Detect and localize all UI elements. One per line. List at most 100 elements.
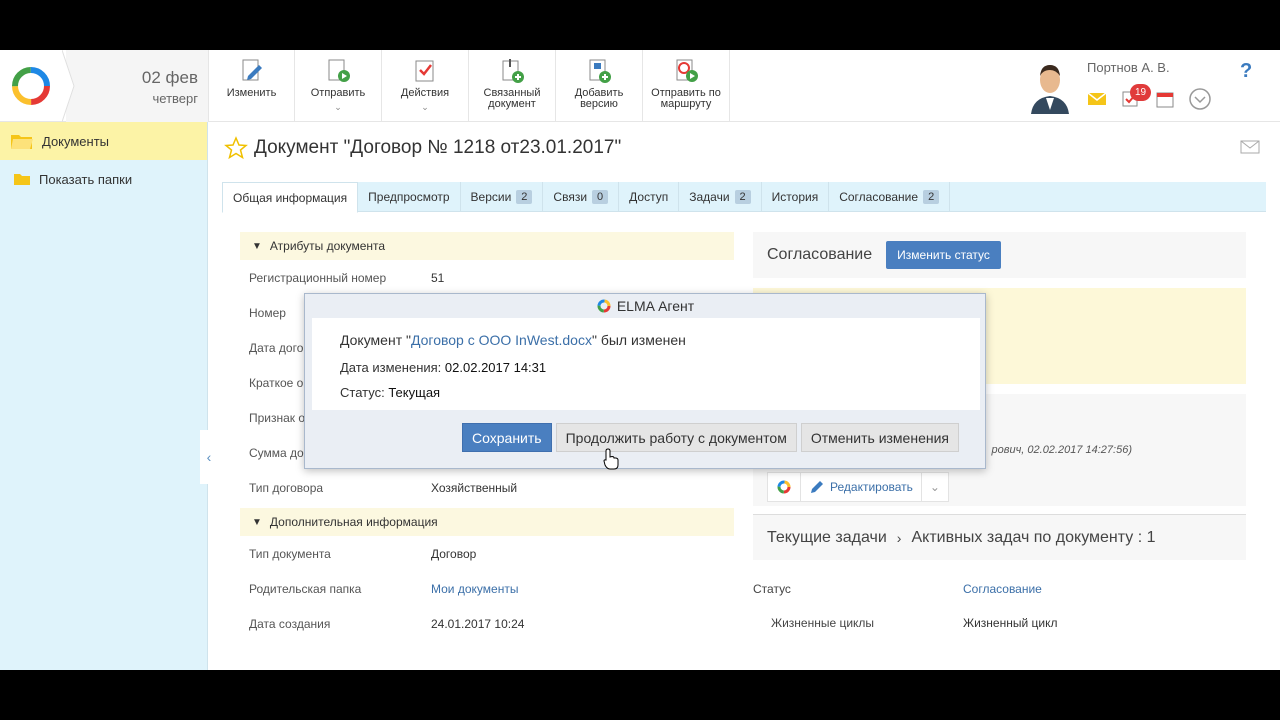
tab-count: 2 xyxy=(516,190,533,204)
modified-date-row: Дата изменения: 02.02.2017 14:31 xyxy=(340,360,980,375)
lifecycle-row: Жизненные циклы Жизненный цикл xyxy=(753,606,1246,640)
linked-doc-icon xyxy=(502,59,524,83)
current-tasks-header[interactable]: Текущие задачи › Активных задач по докум… xyxy=(753,514,1246,560)
sidebar: Документы Показать папки ‹ xyxy=(0,122,218,670)
linked-doc-button[interactable]: Связанный документ xyxy=(469,50,556,122)
field-label: Тип договора xyxy=(249,480,324,495)
calendar-icon[interactable] xyxy=(1155,90,1175,108)
tab-label: Предпросмотр xyxy=(368,190,450,204)
chevron-down-icon: ▼ xyxy=(252,240,262,252)
actions-button[interactable]: Действия ⌄ xyxy=(382,50,469,122)
route-icon xyxy=(676,59,698,82)
tab-label: Связи xyxy=(553,190,588,204)
add-version-button[interactable]: Добавить версию xyxy=(556,50,643,122)
dialog-body: Документ "Договор с ООО InWest.docx" был… xyxy=(312,318,980,410)
field-row: Тип документа Договор xyxy=(240,536,734,571)
linked-doc-button-label: Связанный документ xyxy=(483,87,541,110)
field-label: Родительская папка xyxy=(249,581,362,596)
tab-count: 0 xyxy=(592,190,609,204)
send-route-button[interactable]: Отправить по маршруту xyxy=(643,50,730,122)
app-window: 02 фев четверг Изменить Отправить ⌄ Дейс… xyxy=(0,50,1280,670)
field-label: Регистрационный номер xyxy=(249,270,387,285)
chevron-down-icon: ▼ xyxy=(252,516,262,528)
chevron-down-icon[interactable] xyxy=(1189,88,1211,110)
add-version-icon xyxy=(589,59,611,83)
approval-timestamp: рович, 02.02.2017 14:27:56) xyxy=(991,444,1133,456)
tab-history[interactable]: История xyxy=(762,182,830,212)
dialog-buttons: Сохранить Продолжить работу с документом… xyxy=(462,423,959,452)
chevron-left-icon: ‹ xyxy=(206,449,212,465)
edit-dropdown-button[interactable]: ⌄ xyxy=(922,473,948,501)
save-button[interactable]: Сохранить xyxy=(462,423,552,452)
message-prefix: Документ " xyxy=(340,332,411,348)
document-link[interactable]: Договор с ООО InWest.docx xyxy=(411,332,592,348)
section-title: Дополнительная информация xyxy=(269,515,438,529)
send-button[interactable]: Отправить ⌄ xyxy=(295,50,382,122)
avatar[interactable] xyxy=(1027,58,1073,114)
status-label: Статус xyxy=(753,582,791,596)
parent-folder-link[interactable]: Мои документы xyxy=(431,582,518,596)
tab-label: Согласование xyxy=(839,190,919,204)
send-doc-icon xyxy=(328,59,350,82)
envelope-icon[interactable] xyxy=(1240,140,1260,154)
cancel-changes-button[interactable]: Отменить изменения xyxy=(800,423,959,452)
date-day: 02 фев xyxy=(141,68,198,87)
tab-label: Общая информация xyxy=(233,190,348,205)
chevron-down-icon: ⌄ xyxy=(929,480,940,494)
lifecycle-value: Жизненный цикл xyxy=(963,616,1058,630)
field-value: Договор xyxy=(431,546,477,561)
continue-working-button[interactable]: Продолжить работу с документом xyxy=(555,423,797,452)
send-route-button-label: Отправить по маршруту xyxy=(651,87,721,110)
tab-versions[interactable]: Версии 2 xyxy=(461,182,544,212)
field-label: Дата создания xyxy=(249,616,331,631)
folder-open-icon xyxy=(11,135,33,149)
sidebar-item-show-folders[interactable]: Показать папки xyxy=(0,160,207,198)
field-value: Хозяйственный xyxy=(431,480,518,495)
help-button[interactable]: ? xyxy=(1240,60,1252,83)
change-status-button[interactable]: Изменить статус xyxy=(886,241,1001,269)
approval-title: Согласование xyxy=(767,246,873,263)
tab-general[interactable]: Общая информация xyxy=(222,182,359,213)
tab-count: 2 xyxy=(923,190,940,204)
tab-tasks[interactable]: Задачи 2 xyxy=(679,182,762,212)
sidebar-item-documents[interactable]: Документы xyxy=(0,122,207,160)
section-header-additional[interactable]: ▼ Дополнительная информация xyxy=(240,508,734,536)
elma-agent-button[interactable] xyxy=(768,473,801,501)
tab-access[interactable]: Доступ xyxy=(619,182,680,212)
sidebar-item-label: Показать папки xyxy=(39,171,133,187)
field-row: Дата создания 24.01.2017 10:24 xyxy=(240,606,734,641)
notifications-badge: 19 xyxy=(1130,84,1152,101)
star-icon[interactable] xyxy=(224,136,248,160)
tasks-active-count: Активных задач по документу : 1 xyxy=(911,528,1156,546)
message-suffix: " был изменен xyxy=(591,332,686,348)
section-header-attributes[interactable]: ▼ Атрибуты документа xyxy=(240,232,734,260)
edit-doc-icon xyxy=(242,59,262,81)
page-title: Документ "Договор № 1218 от23.01.2017" xyxy=(224,136,621,160)
edit-button[interactable]: Изменить xyxy=(208,50,295,122)
dialog-title: ELMA Агент xyxy=(616,298,695,314)
dialog-status-value: Текущая xyxy=(388,385,441,400)
elma-logo-icon xyxy=(777,480,791,494)
mail-icon[interactable] xyxy=(1087,92,1107,106)
tab-links[interactable]: Связи 0 xyxy=(543,182,620,212)
chevron-down-icon: ⌄ xyxy=(334,102,342,112)
dialog-message: Документ "Договор с ООО InWest.docx" был… xyxy=(340,332,980,348)
field-label: Тип документа xyxy=(249,546,331,561)
status-link[interactable]: Согласование xyxy=(963,582,1042,596)
tab-preview[interactable]: Предпросмотр xyxy=(358,182,461,212)
sidebar-collapse-button[interactable]: ‹ xyxy=(200,430,218,484)
elma-logo[interactable] xyxy=(0,50,66,122)
edit-document-button[interactable]: Редактировать xyxy=(801,473,922,501)
elma-agent-dialog: ELMA Агент Документ "Договор с ООО InWes… xyxy=(304,293,986,469)
modified-date-label: Дата изменения: xyxy=(340,360,442,375)
sidebar-item-label: Документы xyxy=(42,133,110,149)
dialog-status-label: Статус: xyxy=(340,385,385,400)
dialog-title-bar: ELMA Агент xyxy=(305,294,985,318)
approval-header: Согласование Изменить статус xyxy=(753,232,1246,278)
user-name: Портнов А. В. xyxy=(1087,60,1170,75)
hand-cursor-icon xyxy=(603,448,619,470)
chevron-down-icon: ⌄ xyxy=(421,102,429,112)
chevron-right-icon: › xyxy=(896,529,902,546)
tab-approval[interactable]: Согласование 2 xyxy=(829,182,951,212)
folder-icon xyxy=(14,174,30,185)
